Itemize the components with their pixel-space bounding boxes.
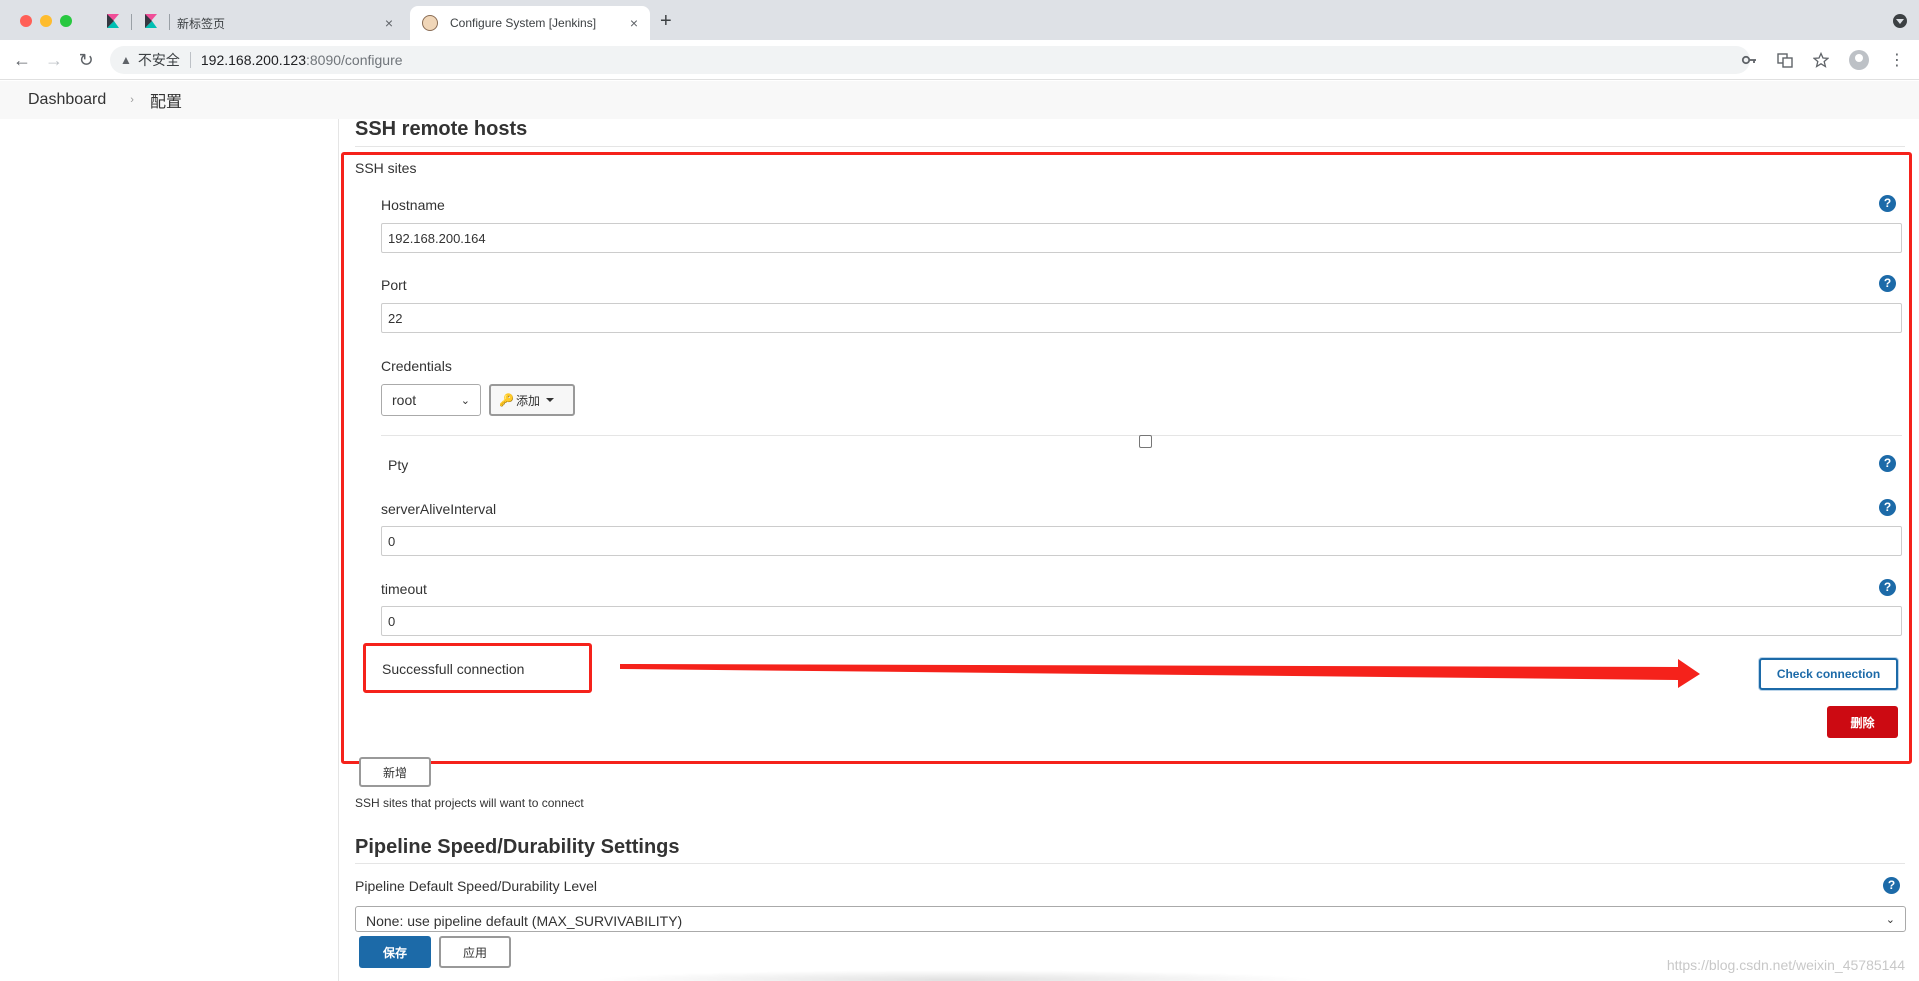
section-title-ssh: SSH remote hosts xyxy=(355,118,528,140)
breadcrumb: Dashboard › 配置 xyxy=(0,81,1919,119)
annotation-box-status xyxy=(363,643,592,693)
annotation-arrow xyxy=(620,659,1700,688)
insecure-label: 不安全 xyxy=(137,52,180,68)
help-icon[interactable]: ? xyxy=(1883,877,1900,894)
reload-icon[interactable]: ↻ xyxy=(76,50,96,71)
pinned-tab-kibana-1[interactable] xyxy=(105,13,121,29)
maximize-window-button[interactable] xyxy=(60,15,72,27)
browser-tab-bar: 新标签页 × Configure System [Jenkins] × + xyxy=(0,0,1919,40)
tab-configure-system[interactable]: Configure System [Jenkins] × xyxy=(410,6,650,40)
pipeline-level-select[interactable]: None: use pipeline default (MAX_SURVIVAB… xyxy=(355,906,1906,932)
ssh-sites-hint: SSH sites that projects will want to con… xyxy=(355,796,584,810)
close-icon[interactable]: × xyxy=(381,15,397,31)
breadcrumb-dashboard[interactable]: Dashboard xyxy=(28,91,106,109)
tab-new-tab[interactable]: 新标签页 × xyxy=(165,6,405,40)
section-title-pipeline: Pipeline Speed/Durability Settings xyxy=(355,836,680,858)
star-icon[interactable] xyxy=(1813,52,1829,68)
tab-title: 新标签页 xyxy=(177,16,226,31)
kibana-icon xyxy=(107,14,119,28)
forward-icon[interactable]: → xyxy=(44,50,64,71)
url-path: :8090/configure xyxy=(306,52,403,68)
address-bar: ← → ↻ ▲ 不安全 192.168.200.123:8090/configu… xyxy=(0,40,1919,80)
save-button[interactable]: 保存 xyxy=(359,936,431,968)
pipeline-level-selected: None: use pipeline default (MAX_SURVIVAB… xyxy=(366,913,683,929)
new-tab-button[interactable]: + xyxy=(660,10,672,33)
key-icon[interactable] xyxy=(1741,52,1757,68)
url-host: 192.168.200.123 xyxy=(200,52,306,68)
close-window-button[interactable] xyxy=(20,15,32,27)
pinned-tab-kibana-2[interactable] xyxy=(143,13,159,29)
profile-avatar[interactable] xyxy=(1849,50,1869,70)
breadcrumb-configure[interactable]: 配置 xyxy=(150,88,182,112)
watermark: https://blog.csdn.net/weixin_45785144 xyxy=(1666,957,1905,973)
apply-button[interactable]: 应用 xyxy=(439,936,511,968)
close-icon[interactable]: × xyxy=(626,15,642,31)
jenkins-icon xyxy=(422,15,438,31)
translate-icon[interactable] xyxy=(1777,52,1793,68)
chevron-down-icon: ⌄ xyxy=(1885,914,1895,926)
tab-search-icon[interactable] xyxy=(1893,14,1907,28)
omnibox[interactable]: ▲ 不安全 192.168.200.123:8090/configure xyxy=(110,46,1750,74)
tab-title: Configure System [Jenkins] xyxy=(450,16,597,30)
minimize-window-button[interactable] xyxy=(40,15,52,27)
kibana-icon xyxy=(145,14,157,28)
pipeline-level-label: Pipeline Default Speed/Durability Level xyxy=(355,878,598,894)
sidebar-divider xyxy=(338,119,339,981)
more-menu-icon[interactable]: ⋮ xyxy=(1889,50,1905,70)
chevron-right-icon: › xyxy=(130,94,134,106)
add-ssh-site-button[interactable]: 新增 xyxy=(359,757,431,787)
warning-icon: ▲ xyxy=(120,53,132,67)
back-icon[interactable]: ← xyxy=(12,50,32,71)
